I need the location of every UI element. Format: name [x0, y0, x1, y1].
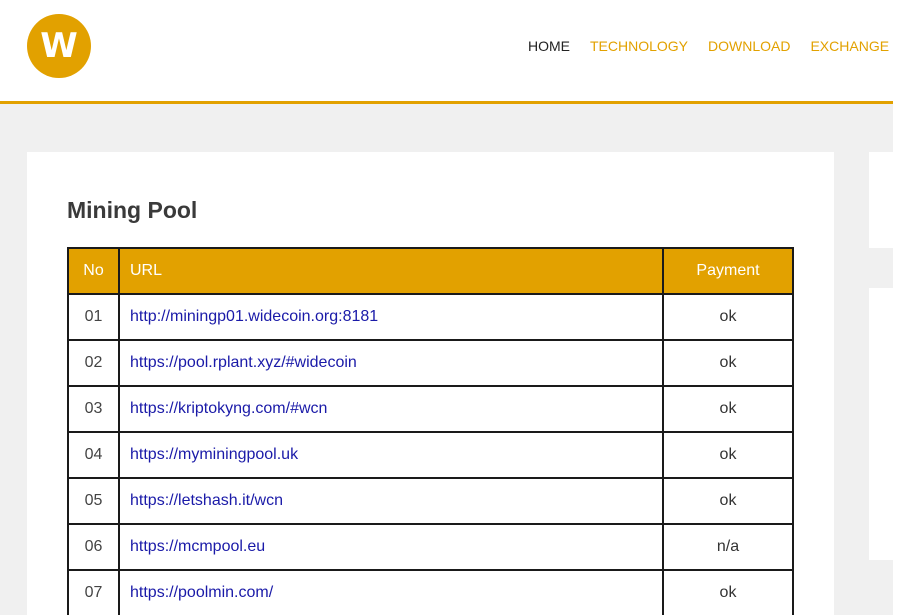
table-row: 05 https://letshash.it/wcn ok — [67, 477, 794, 525]
pool-url-link[interactable]: https://poolmin.com/ — [130, 584, 273, 601]
row-number: 02 — [67, 339, 120, 387]
row-number: 04 — [67, 431, 120, 479]
table-row: 06 https://mcmpool.eu n/a — [67, 523, 794, 571]
content-card: Mining Pool No URL Payment 01 http://min… — [27, 152, 834, 615]
payment-status: ok — [662, 569, 794, 615]
page-title: Mining Pool — [67, 197, 198, 223]
column-header-payment: Payment — [662, 247, 794, 295]
pool-url-link[interactable]: https://myminingpool.uk — [130, 446, 298, 463]
pool-url-link[interactable]: https://mcmpool.eu — [130, 538, 265, 555]
table-header-row: No URL Payment — [67, 247, 794, 295]
nav-exchange-link[interactable]: EXCHANGE — [810, 38, 889, 54]
pool-url-link[interactable]: https://pool.rplant.xyz/#widecoin — [130, 354, 357, 371]
pool-url-link[interactable]: http://miningp01.widecoin.org:8181 — [130, 308, 378, 325]
pool-url-link[interactable]: https://kriptokyng.com/#wcn — [130, 400, 327, 417]
payment-status: ok — [662, 431, 794, 479]
pool-url-link[interactable]: https://letshash.it/wcn — [130, 492, 283, 509]
table-row: 07 https://poolmin.com/ ok — [67, 569, 794, 615]
row-number: 07 — [67, 569, 120, 615]
mining-pool-table: No URL Payment 01 http://miningp01.widec… — [67, 247, 794, 615]
nav-technology-link[interactable]: TECHNOLOGY — [590, 38, 688, 54]
payment-status: n/a — [662, 523, 794, 571]
row-number: 03 — [67, 385, 120, 433]
payment-status: ok — [662, 293, 794, 341]
sidebar-widget — [869, 152, 898, 248]
nav-download-link[interactable]: DOWNLOAD — [708, 38, 790, 54]
table-row: 02 https://pool.rplant.xyz/#widecoin ok — [67, 339, 794, 387]
payment-status: ok — [662, 385, 794, 433]
row-number: 01 — [67, 293, 120, 341]
row-number: 05 — [67, 477, 120, 525]
column-header-url: URL — [118, 247, 664, 295]
site-logo[interactable]: W — [27, 14, 91, 78]
table-row: 03 https://kriptokyng.com/#wcn ok — [67, 385, 794, 433]
main-nav: HOME TECHNOLOGY DOWNLOAD EXCHANGE — [528, 38, 898, 54]
payment-status: ok — [662, 339, 794, 387]
table-row: 01 http://miningp01.widecoin.org:8181 ok — [67, 293, 794, 341]
sidebar-widget — [869, 288, 898, 560]
logo-letter: W — [40, 26, 78, 66]
site-header: W HOME TECHNOLOGY DOWNLOAD EXCHANGE — [0, 0, 893, 104]
row-number: 06 — [67, 523, 120, 571]
payment-status: ok — [662, 477, 794, 525]
table-row: 04 https://myminingpool.uk ok — [67, 431, 794, 479]
nav-home-link[interactable]: HOME — [528, 38, 570, 54]
column-header-no: No — [67, 247, 120, 295]
